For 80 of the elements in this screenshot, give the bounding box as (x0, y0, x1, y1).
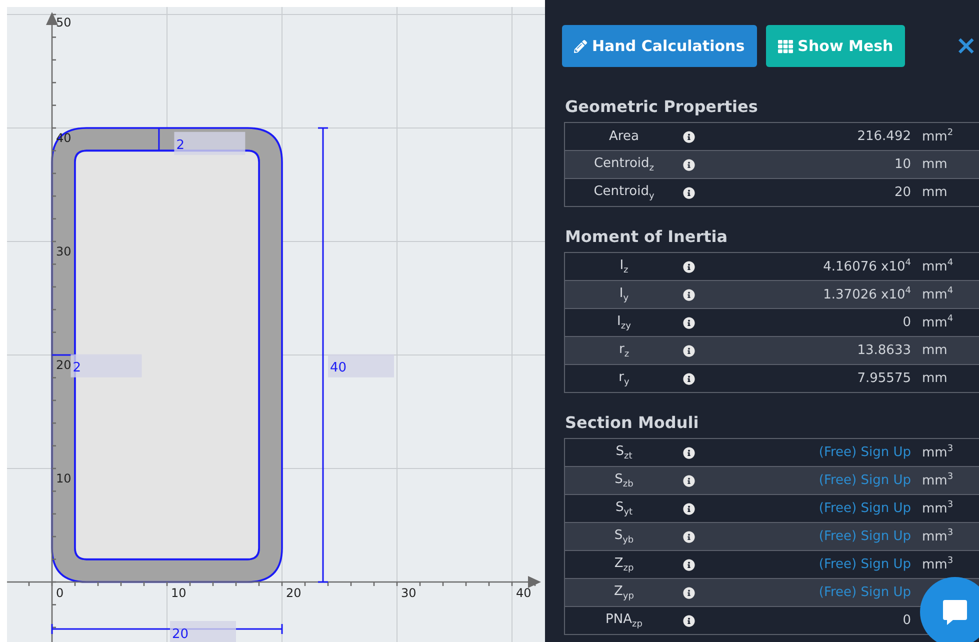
unit-label: mm$^{3}$ (921, 444, 954, 461)
info-icon[interactable] (683, 260, 695, 272)
unit-label: mm$^{4}$ (921, 258, 954, 275)
unit-label: mm (921, 371, 948, 386)
sign-up-link[interactable]: (Free) Sign Up (818, 473, 911, 488)
info-icon[interactable] (683, 530, 695, 542)
property-label: I$_{y}$ (618, 286, 630, 304)
info-icon[interactable] (683, 316, 695, 328)
dimension-label: 20 (172, 627, 189, 642)
property-label: r$_{z}$ (618, 342, 630, 360)
axis-tick-label: 40 (516, 586, 532, 600)
info-icon[interactable] (683, 558, 695, 570)
property-label: S$_{zt}$ (614, 444, 634, 462)
axis-tick-label: 30 (401, 586, 416, 600)
property-label: S$_{yb}$ (613, 528, 635, 546)
dimension-label: 2 (72, 360, 81, 376)
section-title: Section Moduli (565, 413, 700, 432)
property-value: 0 (902, 613, 911, 628)
property-label: Z$_{zp}$ (613, 556, 635, 574)
property-value: 10 (893, 157, 911, 172)
info-icon[interactable] (683, 586, 695, 598)
property-value: 13.8633 (856, 343, 911, 358)
property-label: Z$_{yp}$ (613, 584, 635, 602)
sign-up-link[interactable]: (Free) Sign Up (818, 445, 911, 460)
unit-label: mm$^{3}$ (921, 556, 954, 573)
property-label: S$_{yt}$ (614, 500, 634, 518)
section-title: Geometric Properties (565, 97, 759, 116)
axis-tick-label: 20 (286, 586, 302, 600)
axis-tick-label: 50 (56, 16, 72, 30)
sign-up-link[interactable]: (Free) Sign Up (818, 529, 911, 544)
sign-up-link[interactable]: (Free) Sign Up (818, 557, 911, 572)
info-icon[interactable] (683, 372, 695, 384)
axis-tick-label: 10 (56, 472, 72, 486)
dimension-label: 2 (176, 138, 184, 153)
info-icon[interactable] (683, 158, 695, 170)
info-icon[interactable] (683, 186, 695, 198)
sign-up-link[interactable]: (Free) Sign Up (818, 501, 911, 516)
info-icon[interactable] (683, 446, 695, 458)
property-label: PNA$_{zp}$ (604, 612, 644, 630)
unit-label: mm (921, 185, 948, 200)
unit-label: mm$^{3}$ (921, 472, 954, 489)
info-icon[interactable] (683, 130, 695, 142)
property-value: 0 (902, 315, 911, 330)
axis-tick-label: 20 (56, 358, 72, 372)
info-icon[interactable] (683, 288, 695, 300)
property-value: 4.16076 x10$^{4}$ (822, 258, 911, 275)
property-value: 7.95575 (856, 371, 911, 386)
property-label: Centroid$_{y}$ (592, 184, 656, 202)
info-icon[interactable] (683, 474, 695, 486)
unit-label: mm$^{2}$ (921, 128, 954, 145)
chat-icon (941, 598, 969, 626)
unit-label: mm$^{4}$ (921, 286, 954, 303)
property-label: Area (608, 129, 640, 144)
property-label: S$_{zb}$ (614, 472, 634, 490)
unit-label: mm$^{3}$ (921, 528, 954, 545)
property-label: I$_{zy}$ (616, 314, 632, 332)
property-value: 1.37026 x10$^{4}$ (822, 286, 911, 303)
axis-tick-label: 0 (56, 586, 64, 600)
close-button[interactable]: × (955, 31, 977, 61)
unit-label: mm$^{4}$ (921, 314, 954, 331)
hand-calculations-button[interactable]: Hand Calculations (562, 25, 757, 67)
property-value: 20 (893, 185, 911, 200)
dimension-label: 40 (330, 360, 347, 376)
info-icon[interactable] (683, 614, 695, 626)
axis-tick-label: 30 (56, 244, 72, 258)
info-icon[interactable] (683, 344, 695, 356)
unit-label: mm (921, 157, 948, 172)
pencil-icon (574, 40, 587, 52)
property-label: r$_{y}$ (618, 370, 630, 388)
unit-label: mm$^{3}$ (921, 500, 954, 517)
property-label: I$_{z}$ (618, 258, 630, 276)
property-value: 216.492 (856, 129, 911, 144)
property-label: Centroid$_{z}$ (592, 156, 656, 174)
unit-label: mm (921, 343, 948, 358)
show-mesh-button[interactable]: Show Mesh (766, 25, 906, 67)
grid-icon (778, 38, 793, 54)
info-icon[interactable] (683, 502, 695, 514)
sign-up-link[interactable]: (Free) Sign Up (818, 585, 911, 600)
section-title: Moment of Inertia (565, 227, 729, 246)
axis-tick-label: 10 (171, 586, 186, 600)
